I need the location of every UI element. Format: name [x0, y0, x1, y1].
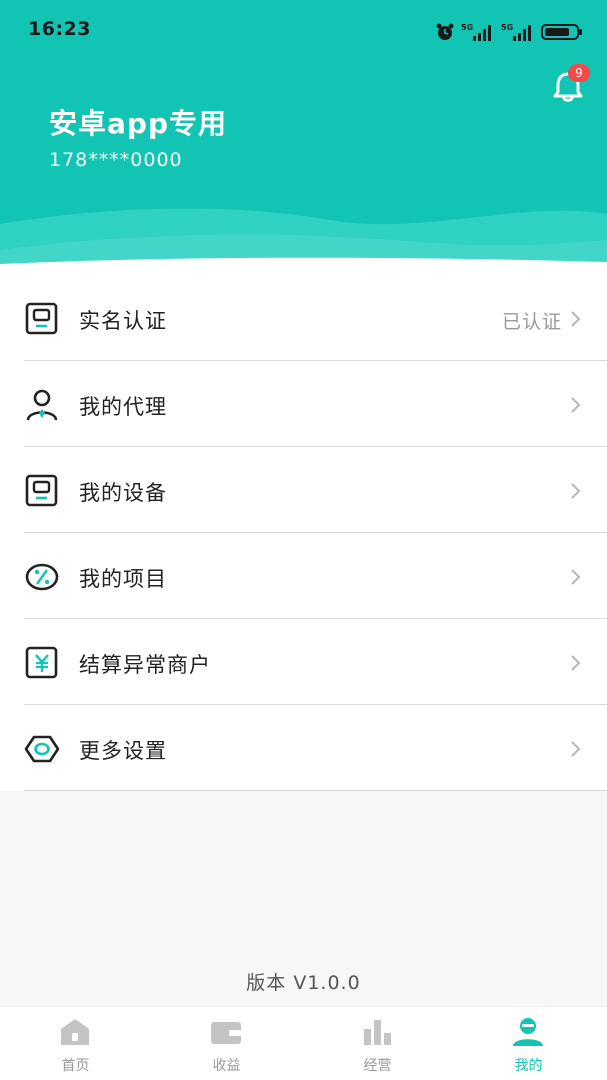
svg-text:5G: 5G [501, 23, 513, 32]
menu-item-label: 实名认证 [79, 309, 167, 333]
notification-badge: 9 [568, 64, 590, 82]
alarm-icon [436, 23, 454, 40]
device-icon [25, 474, 58, 507]
id-card-icon [25, 302, 58, 335]
yuan-icon [25, 646, 58, 679]
status-time: 16:23 [28, 18, 91, 40]
chevron-right-icon [571, 741, 581, 757]
menu-item-label: 更多设置 [79, 739, 167, 763]
chevron-right-icon [571, 655, 581, 671]
status-bar: 16:23 5G 5G [0, 0, 607, 62]
tab-earnings[interactable]: 收益 [151, 1007, 302, 1080]
divider [24, 790, 607, 791]
bottom-tab-bar: 首页 收益 经营 我的 [0, 1006, 607, 1080]
signal-5g-icon: 5G [461, 23, 491, 41]
signal-5g-icon: 5G [501, 23, 531, 41]
menu-item-label: 我的项目 [79, 567, 167, 591]
verification-status: 已认证 [501, 311, 562, 333]
tab-home[interactable]: 首页 [0, 1007, 151, 1080]
settings-menu: 实名认证 已认证 我的代理 我的设备 我的项目 结算异常商户 更多设置 [0, 275, 607, 791]
tab-label: 收益 [212, 1058, 241, 1074]
menu-item-real-name-verification[interactable]: 实名认证 已认证 [0, 275, 607, 361]
menu-item-my-projects[interactable]: 我的项目 [0, 533, 607, 619]
tab-label: 我的 [514, 1058, 543, 1074]
home-icon [61, 1019, 89, 1045]
menu-item-label: 结算异常商户 [79, 653, 211, 677]
profile-icon [513, 1018, 543, 1046]
svg-text:5G: 5G [461, 23, 473, 32]
tab-label: 经营 [363, 1058, 392, 1074]
percent-icon [25, 563, 59, 591]
profile-header: 16:23 5G 5G 9 安卓app专用 178****0000 [0, 0, 607, 275]
menu-item-label: 我的设备 [79, 481, 167, 505]
user-phone: 178****0000 [49, 149, 183, 171]
tab-label: 首页 [61, 1058, 90, 1074]
chevron-right-icon [571, 397, 581, 413]
menu-item-more-settings[interactable]: 更多设置 [0, 705, 607, 791]
menu-item-my-devices[interactable]: 我的设备 [0, 447, 607, 533]
tab-business[interactable]: 经营 [302, 1007, 453, 1080]
battery-icon [541, 24, 582, 40]
version-label: 版本 V1.0.0 [246, 972, 361, 994]
chevron-right-icon [571, 483, 581, 499]
chevron-right-icon [571, 569, 581, 585]
menu-item-my-agent[interactable]: 我的代理 [0, 361, 607, 447]
agent-user-icon [26, 389, 58, 421]
settings-hexagon-icon [24, 735, 60, 763]
user-name: 安卓app专用 [49, 107, 227, 140]
bar-chart-icon [364, 1020, 391, 1045]
wallet-icon [211, 1022, 241, 1044]
menu-item-label: 我的代理 [79, 395, 167, 419]
chevron-right-icon [571, 311, 581, 327]
tab-mine[interactable]: 我的 [453, 1007, 604, 1080]
menu-item-settlement-abnormal-merchants[interactable]: 结算异常商户 [0, 619, 607, 705]
status-icons: 5G 5G [435, 20, 583, 44]
